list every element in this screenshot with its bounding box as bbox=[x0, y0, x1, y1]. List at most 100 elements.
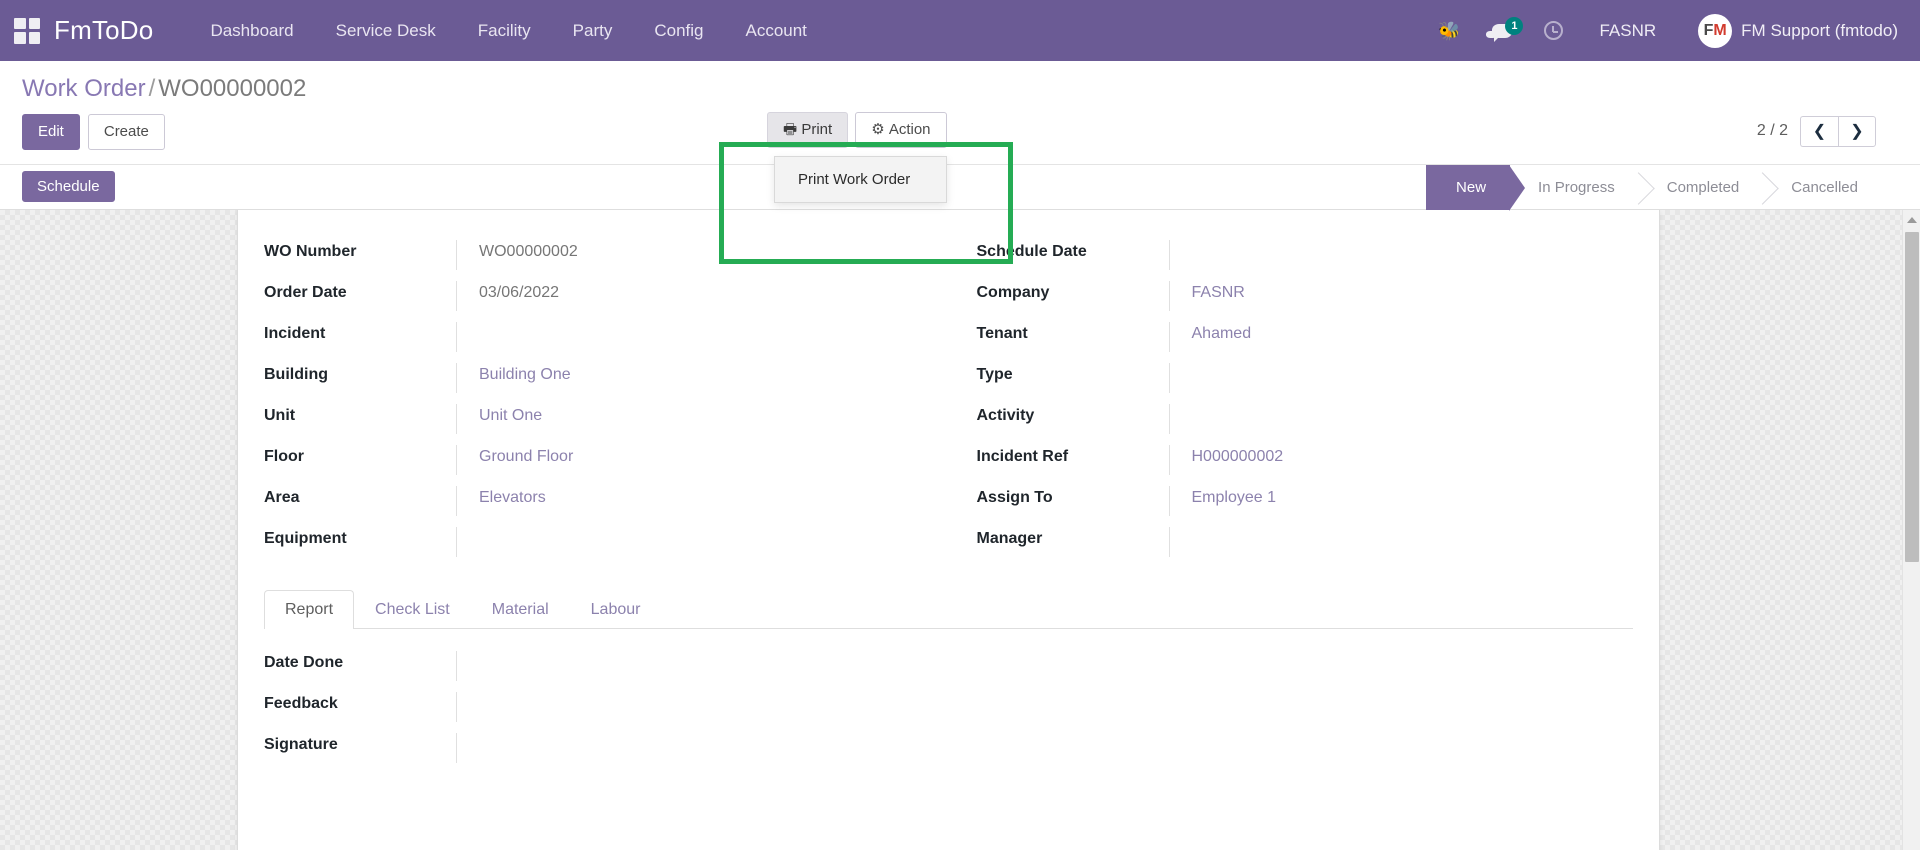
stage-pill-in-progress[interactable]: In Progress bbox=[1510, 165, 1639, 211]
field-value[interactable]: H000000002 bbox=[1192, 448, 1284, 465]
avatar: FM bbox=[1698, 13, 1733, 48]
edit-button[interactable]: Edit bbox=[22, 113, 80, 150]
company-switcher[interactable]: FASNR bbox=[1579, 21, 1676, 41]
field-value[interactable] bbox=[1192, 243, 1634, 263]
field-company: Company FASNR bbox=[976, 280, 1634, 322]
field-label: Company bbox=[976, 283, 1050, 301]
field-value[interactable]: Ahamed bbox=[1192, 325, 1252, 342]
field-label: Activity bbox=[976, 406, 1035, 424]
field-order-date: Order Date 03/06/2022 bbox=[264, 280, 921, 322]
field-feedback: Feedback bbox=[264, 691, 949, 733]
field-label: Area bbox=[264, 488, 300, 506]
record-action-bar: Edit Create 🖶 Print ⚙ Action Print Work … bbox=[22, 104, 1898, 264]
field-value[interactable]: Employee 1 bbox=[1192, 489, 1277, 506]
field-value[interactable] bbox=[1192, 407, 1634, 427]
breadcrumb: Work Order / WO00000002 bbox=[22, 61, 1898, 104]
field-label: Order Date bbox=[264, 283, 347, 301]
messages-icon[interactable]: 1 bbox=[1476, 0, 1528, 61]
field-value: 03/06/2022 bbox=[479, 283, 560, 301]
field-label: Assign To bbox=[976, 488, 1053, 506]
field-type: Type bbox=[977, 362, 1634, 404]
avatar-initial-first: F bbox=[1703, 21, 1714, 39]
messages-count-badge: 1 bbox=[1505, 16, 1524, 35]
tab-check-list[interactable]: Check List bbox=[354, 590, 471, 629]
field-label: Unit bbox=[264, 406, 296, 424]
stage-pill-new[interactable]: New bbox=[1426, 164, 1526, 211]
field-value[interactable]: Elevators bbox=[479, 489, 546, 506]
user-menu[interactable]: FM FM Support (fmtodo) bbox=[1676, 13, 1902, 48]
brand-logo[interactable]: FmToDo bbox=[54, 15, 153, 46]
chevron-left-icon[interactable]: ❮ bbox=[1800, 115, 1838, 147]
chevron-right-icon[interactable]: ❯ bbox=[1838, 115, 1876, 147]
activities-clock-icon[interactable] bbox=[1528, 0, 1579, 61]
field-incident: Incident bbox=[264, 321, 921, 363]
menu-item-facility[interactable]: Facility bbox=[457, 0, 552, 61]
stage-pill-completed[interactable]: Completed bbox=[1639, 165, 1764, 211]
field-value[interactable] bbox=[1192, 530, 1634, 550]
scroll-up-arrow-icon[interactable] bbox=[1903, 209, 1920, 230]
apps-grid-icon[interactable] bbox=[14, 17, 40, 44]
field-label: Signature bbox=[264, 735, 338, 753]
field-value[interactable]: Building One bbox=[479, 366, 571, 383]
print-button[interactable]: 🖶 Print bbox=[767, 111, 849, 148]
field-value[interactable] bbox=[479, 325, 921, 345]
main-menu: Dashboard Service Desk Facility Party Co… bbox=[189, 0, 827, 61]
notebook-tabs: Report Check List Material Labour bbox=[264, 589, 1633, 629]
field-wo-number: WO Number WO00000002 bbox=[264, 239, 921, 281]
field-label: Manager bbox=[976, 529, 1043, 547]
create-button[interactable]: Create bbox=[87, 113, 165, 150]
dropdown-item-print-work-order[interactable]: Print Work Order bbox=[775, 166, 946, 193]
field-value[interactable] bbox=[479, 654, 949, 674]
field-manager: Manager bbox=[976, 526, 1634, 568]
bug-icon[interactable]: 🐝 bbox=[1422, 0, 1476, 61]
field-label: Tenant bbox=[976, 324, 1028, 342]
menu-item-account[interactable]: Account bbox=[724, 0, 827, 61]
field-equipment: Equipment bbox=[264, 526, 921, 568]
field-value[interactable] bbox=[1192, 366, 1634, 386]
field-date-done: Date Done bbox=[264, 650, 949, 692]
field-value[interactable] bbox=[479, 695, 949, 715]
field-label: Floor bbox=[264, 447, 304, 465]
action-button-label: Action bbox=[888, 120, 931, 138]
navbar-right-group: 🐝 1 FASNR FM FM Support (fmtodo) bbox=[1422, 0, 1902, 61]
gear-icon: ⚙ bbox=[871, 120, 885, 138]
apps-grid-square bbox=[14, 17, 26, 29]
field-floor: Floor Ground Floor bbox=[264, 444, 921, 486]
vertical-scrollbar[interactable] bbox=[1902, 209, 1920, 850]
field-value: WO00000002 bbox=[479, 242, 578, 260]
field-value[interactable]: FASNR bbox=[1192, 284, 1245, 301]
scrollbar-thumb[interactable] bbox=[1904, 231, 1919, 562]
bug-glyph: 🐝 bbox=[1438, 20, 1461, 41]
pager-count: 2 / 2 bbox=[1756, 122, 1788, 140]
menu-item-dashboard[interactable]: Dashboard bbox=[189, 0, 314, 61]
schedule-button[interactable]: Schedule bbox=[22, 171, 115, 203]
stage-pipeline: New In Progress Completed Cancelled bbox=[1426, 164, 1882, 211]
field-label: Date Done bbox=[264, 653, 344, 671]
tab-labour[interactable]: Labour bbox=[570, 590, 662, 629]
status-bar: Schedule New In Progress Completed Cance… bbox=[0, 163, 1920, 211]
field-value[interactable] bbox=[479, 530, 921, 550]
menu-item-config[interactable]: Config bbox=[633, 0, 724, 61]
form-sheet: WO Number WO00000002 Order Date 03/06/20… bbox=[237, 209, 1660, 850]
action-button[interactable]: ⚙ Action bbox=[855, 111, 947, 148]
menu-item-party[interactable]: Party bbox=[552, 0, 634, 61]
breadcrumb-parent[interactable]: Work Order bbox=[22, 75, 146, 102]
field-label: Schedule Date bbox=[976, 242, 1087, 260]
stage-pill-cancelled[interactable]: Cancelled bbox=[1763, 165, 1882, 211]
field-assign-to: Assign To Employee 1 bbox=[976, 485, 1634, 527]
menu-item-service-desk[interactable]: Service Desk bbox=[315, 0, 457, 61]
field-building: Building Building One bbox=[264, 362, 921, 404]
pager: 2 / 2 ❮ ❯ bbox=[1756, 115, 1876, 147]
field-value[interactable] bbox=[479, 736, 949, 756]
field-label: Feedback bbox=[264, 694, 338, 712]
apps-grid-square bbox=[14, 32, 26, 44]
print-action-group: 🖶 Print ⚙ Action bbox=[767, 111, 947, 148]
printer-icon: 🖶 bbox=[783, 120, 798, 138]
field-value[interactable]: Unit One bbox=[479, 407, 542, 424]
tab-material[interactable]: Material bbox=[471, 590, 570, 629]
field-value[interactable]: Ground Floor bbox=[479, 448, 573, 465]
control-panel: Work Order / WO00000002 Edit Create 🖶 Prin… bbox=[0, 61, 1920, 264]
avatar-initial-second: M bbox=[1713, 21, 1727, 39]
tab-report[interactable]: Report bbox=[264, 589, 355, 629]
form-body: WO Number WO00000002 Order Date 03/06/20… bbox=[264, 234, 1633, 774]
